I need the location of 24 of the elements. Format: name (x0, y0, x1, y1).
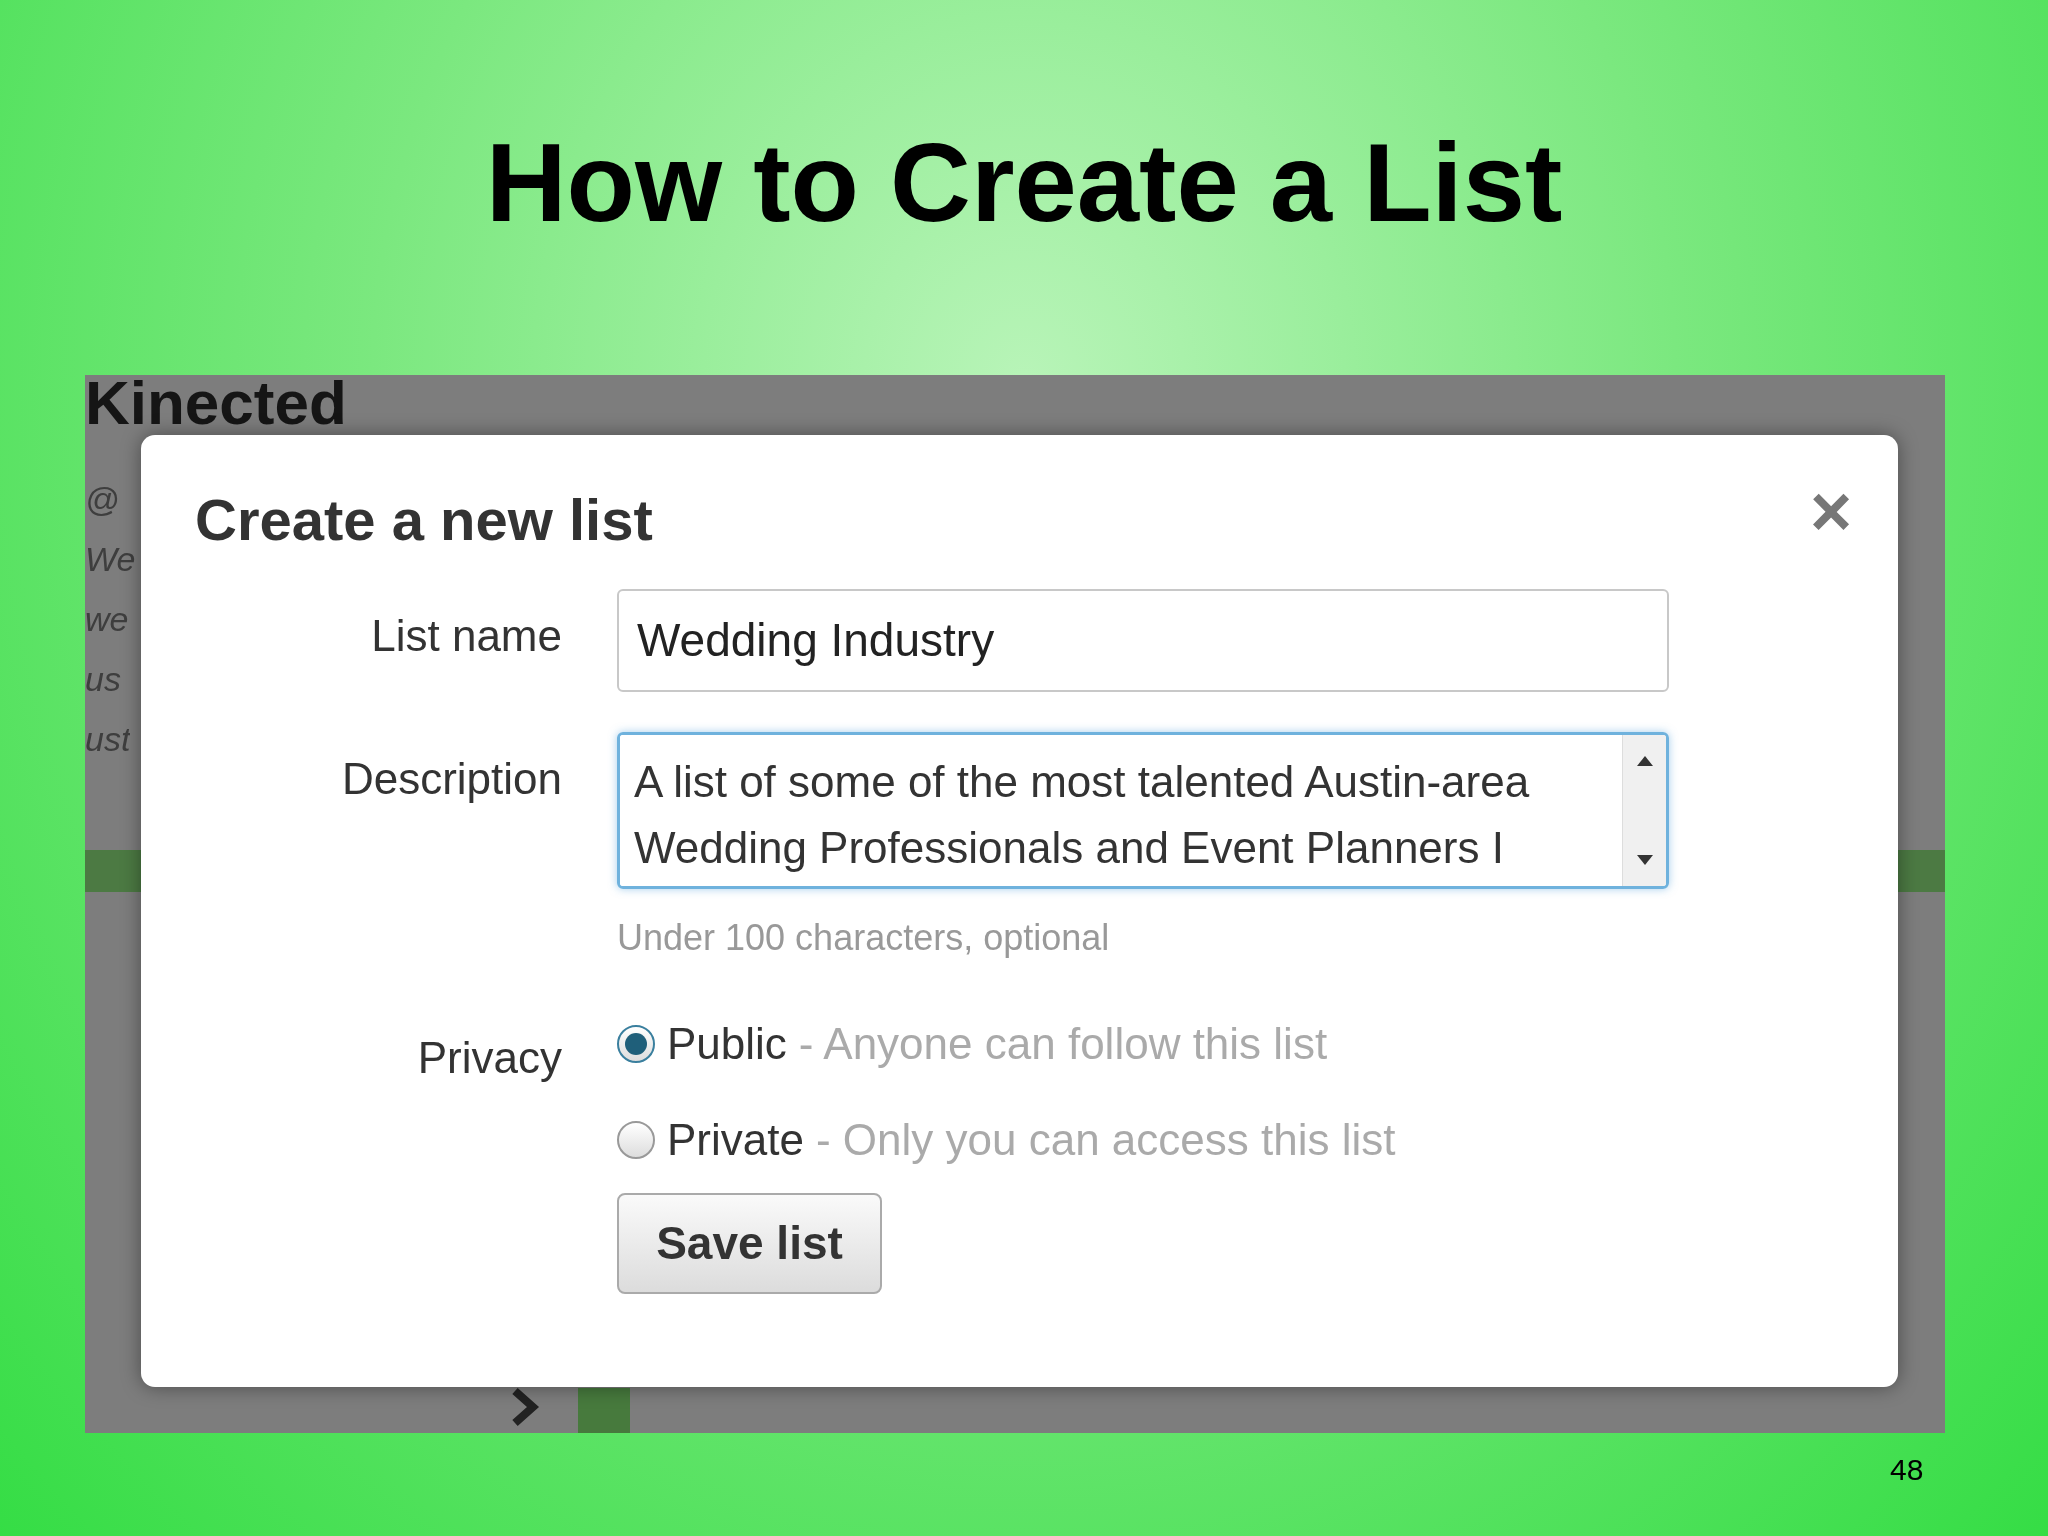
tile (578, 1388, 630, 1433)
page-heading: Kinected (85, 375, 347, 431)
text-fragment: We (85, 539, 136, 580)
option-label[interactable]: Private (667, 1106, 804, 1173)
help-text: Under 100 characters, optional (617, 915, 1111, 960)
radio-button[interactable] (617, 1120, 655, 1159)
dialog-title: Create a new list (195, 486, 653, 554)
text-fragment: @ (85, 479, 120, 520)
field-label: Description (340, 752, 562, 805)
slide-title: How to Create a List (485, 126, 1563, 239)
field-label: List name (370, 609, 562, 662)
field-label: Privacy (416, 1031, 562, 1084)
radio-button[interactable] (617, 1024, 655, 1063)
save-button[interactable]: Save list (617, 1192, 882, 1294)
option-description: - Only you can access this list (815, 1113, 1396, 1166)
close-button[interactable]: × (1803, 475, 1858, 547)
option-description: - Anyone can follow this list (798, 1017, 1328, 1070)
slide-number: 48 (1890, 1452, 1924, 1488)
input-field[interactable]: Wedding Industry (617, 588, 1669, 692)
option-label[interactable]: Public (667, 1010, 787, 1077)
scrollbar[interactable] (1622, 734, 1666, 886)
description-field[interactable]: A list of some of the most talented Austin-area Wedding Professionals and Event Planners I (617, 731, 1669, 889)
text-fragment: us (85, 659, 121, 700)
text-fragment: we (85, 599, 129, 640)
